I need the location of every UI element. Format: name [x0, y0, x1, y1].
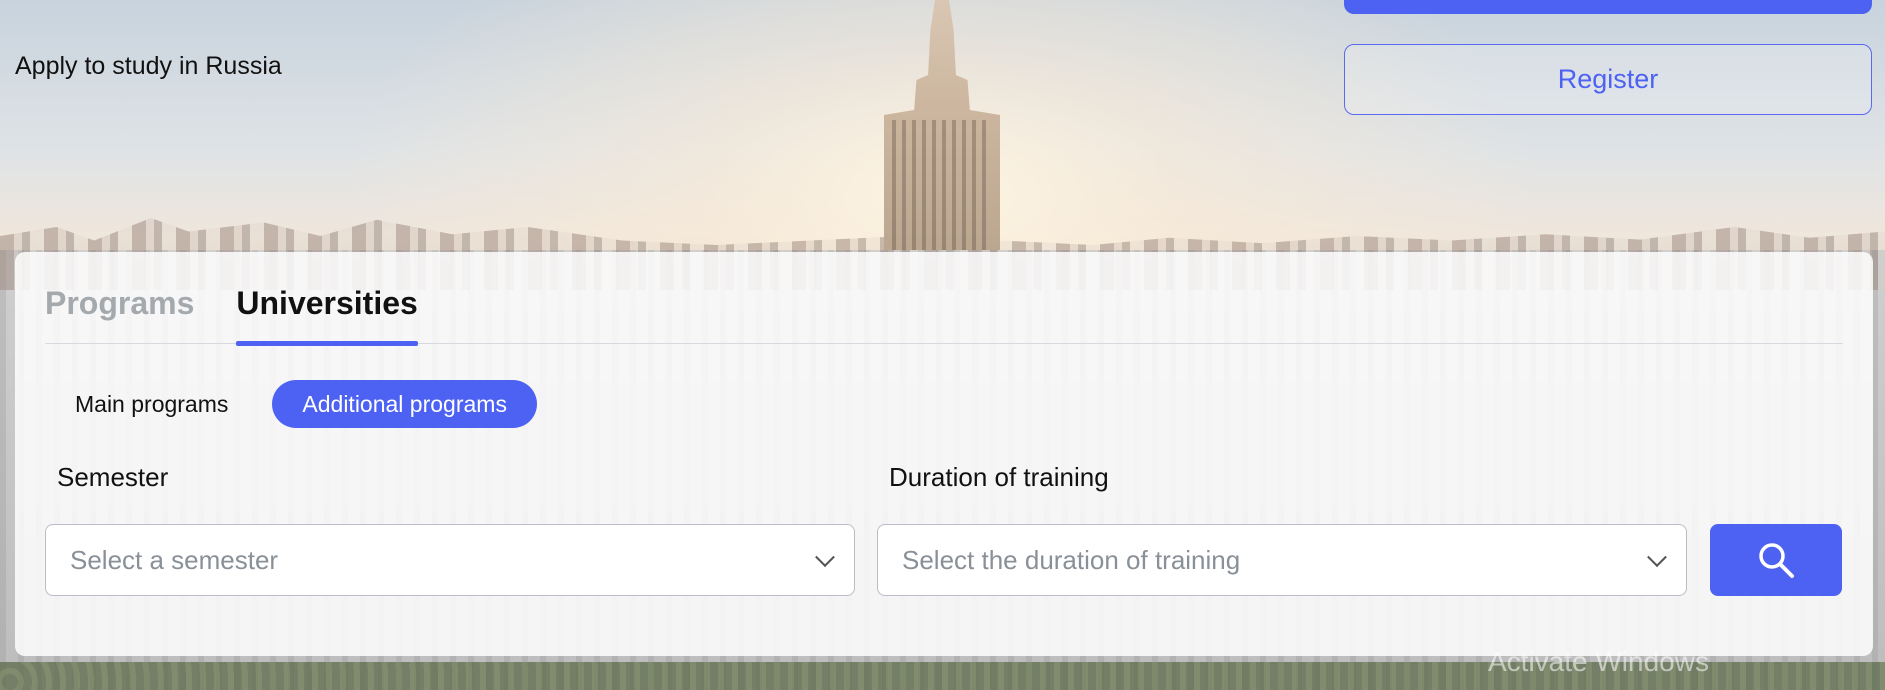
additional-programs-pill[interactable]: Additional programs [272, 380, 537, 428]
chevron-down-icon [815, 547, 835, 568]
tab-universities[interactable]: Universities [236, 282, 419, 346]
semester-select[interactable]: Select a semester [45, 524, 855, 596]
tab-programs[interactable]: Programs [45, 282, 194, 344]
chevron-down-icon [1647, 547, 1667, 568]
search-button[interactable] [1710, 524, 1842, 596]
tower-windows [892, 120, 992, 250]
semester-label: Semester [57, 462, 169, 492]
main-programs-pill[interactable]: Main programs [45, 380, 258, 428]
register-button[interactable]: Register [1344, 44, 1872, 115]
semester-placeholder: Select a semester [70, 544, 279, 575]
program-type-toggle: Main programs Additional programs [45, 380, 537, 428]
search-tabs: Programs Universities [45, 282, 1843, 346]
duration-placeholder: Select the duration of training [902, 544, 1241, 575]
activate-windows-watermark: Activate Windows [1488, 646, 1709, 677]
program-search-card: Programs Universities Main programs Addi… [15, 252, 1873, 656]
primary-header-button[interactable] [1344, 0, 1872, 14]
duration-select[interactable]: Select the duration of training [877, 524, 1687, 596]
page-tagline: Apply to study in Russia [15, 52, 282, 80]
duration-label: Duration of training [889, 462, 1109, 492]
search-icon [1759, 543, 1794, 578]
